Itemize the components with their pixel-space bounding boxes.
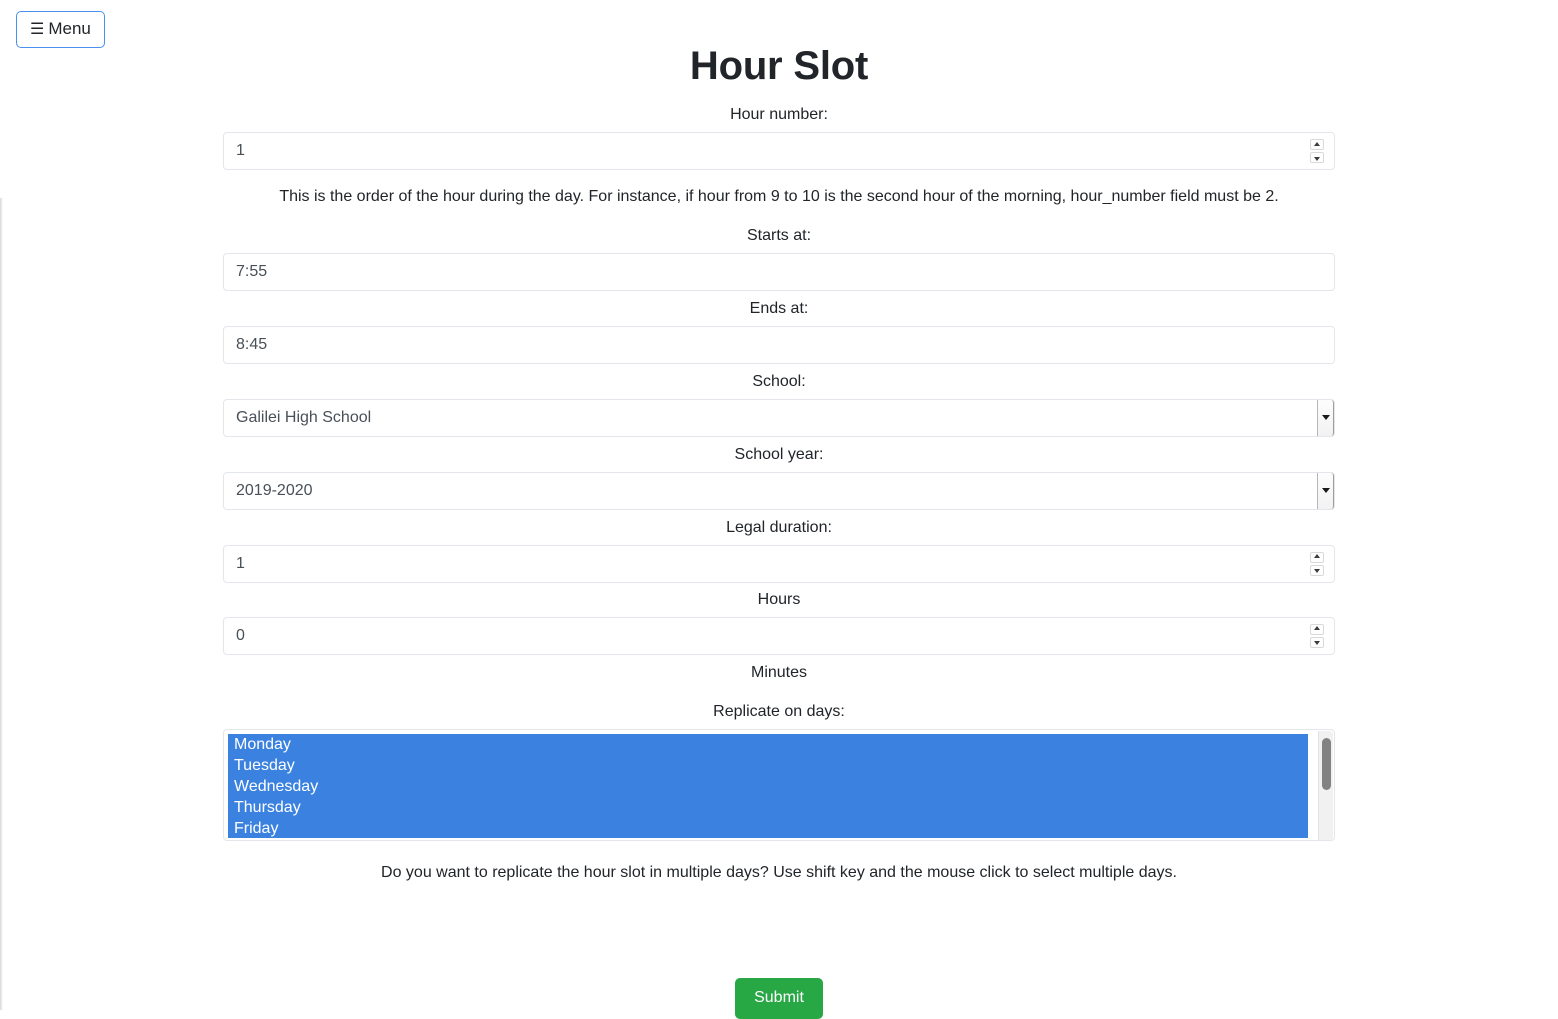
chevron-down-icon[interactable] [1317,472,1334,509]
legal-duration-minutes-wrap [223,616,1335,655]
school-year-label: School year: [734,445,824,463]
listbox-scrollbar[interactable] [1318,730,1333,840]
stepper-up-icon[interactable] [1310,551,1324,563]
replicate-option[interactable]: Friday [228,817,1308,838]
stepper-down-icon[interactable] [1310,152,1324,163]
ends-at-label: Ends at: [749,299,809,317]
replicate-on-days-options: MondayTuesdayWednesdayThursdayFridaySatu… [228,733,1308,838]
replicate-option[interactable]: Wednesday [228,775,1308,797]
hour-number-stepper[interactable] [1310,139,1324,163]
stepper-down-icon[interactable] [1310,564,1324,576]
hour-slot-form: Hour number: This is the order of the ho… [223,89,1335,1019]
stepper-up-icon[interactable] [1310,139,1324,150]
hour-number-label: Hour number: [730,106,828,123]
school-select[interactable] [223,398,1335,437]
legal-duration-label: Legal duration: [726,518,832,536]
legal-duration-minutes-unit-label: Minutes [750,663,808,681]
replicate-option[interactable]: Tuesday [228,754,1308,776]
legal-duration-hours-input[interactable] [223,544,1335,583]
stepper-down-icon[interactable] [1310,636,1324,648]
replicate-option[interactable]: Thursday [228,796,1308,818]
page-container: Hour Slot Hour number: This is the order… [0,0,1558,1019]
legal-duration-hours-stepper[interactable] [1310,551,1324,576]
starts-at-label: Starts at: [746,226,812,244]
submit-button[interactable]: Submit [735,977,823,1019]
legal-duration-minutes-stepper[interactable] [1310,623,1324,648]
ends-at-input[interactable] [223,325,1335,364]
hour-number-field-wrap [223,132,1335,170]
starts-at-input[interactable] [223,252,1335,291]
legal-duration-hours-unit-label: Hours [757,590,801,608]
chevron-down-icon[interactable] [1317,399,1334,436]
replicate-helper-text: Do you want to replicate the hour slot i… [381,863,1177,881]
school-label: School: [752,372,806,390]
submit-row: Submit [223,902,1335,1019]
replicate-option[interactable]: Monday [228,733,1308,755]
listbox-scrollbar-thumb[interactable] [1322,737,1331,790]
replicate-on-days-label: Replicate on days: [713,702,845,720]
legal-duration-hours-wrap [223,544,1335,583]
school-select-wrap [223,398,1335,437]
stepper-up-icon[interactable] [1310,623,1324,635]
replicate-on-days-listbox[interactable]: MondayTuesdayWednesdayThursdayFridaySatu… [223,728,1335,841]
hour-number-input[interactable] [223,132,1335,170]
school-year-select-wrap [223,471,1335,510]
hour-number-helper-text: This is the order of the hour during the… [279,188,1279,205]
legal-duration-minutes-input[interactable] [223,616,1335,655]
school-year-select[interactable] [223,471,1335,510]
page-title: Hour Slot [689,44,869,88]
